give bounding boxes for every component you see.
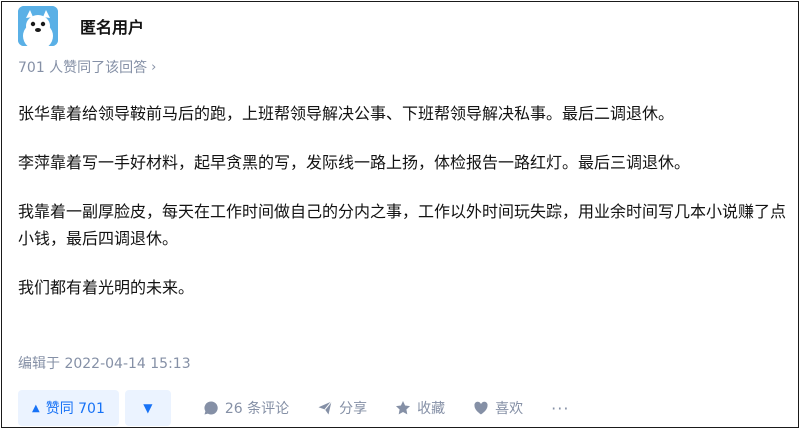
more-button[interactable]: ··· bbox=[551, 399, 569, 418]
chevron-right-icon: › bbox=[151, 59, 157, 75]
edited-timestamp[interactable]: 编辑于 2022-04-14 15:13 bbox=[18, 353, 191, 373]
likes-summary-text: 701 人赞同了该回答 bbox=[18, 60, 148, 76]
share-label: 分享 bbox=[339, 401, 368, 417]
answer-content: 张华靠着给领导鞍前马后的跑，上班帮领导解决公事、下班帮领导解决私事。最后二调退休… bbox=[18, 100, 788, 323]
answer-paragraph: 我们都有着光明的未来。 bbox=[18, 278, 195, 297]
share-button[interactable]: 分享 bbox=[317, 398, 367, 418]
answer-card: 匿名用户 701 人赞同了该回答 › 张华靠着给领导鞍前马后的跑，上班帮领导解决… bbox=[1, 1, 799, 428]
author-name[interactable]: 匿名用户 bbox=[80, 14, 144, 38]
upvote-icon: ▲ bbox=[32, 402, 40, 414]
upvote-button[interactable]: ▲ 赞同 701 bbox=[18, 390, 119, 426]
comment-button[interactable]: 26 条评论 bbox=[203, 398, 289, 418]
action-bar: ▲ 赞同 701 ▼ 26 条评论 分享 收藏 喜欢 ··· bbox=[18, 390, 569, 426]
comment-label: 26 条评论 bbox=[224, 401, 290, 417]
upvote-label: 赞同 701 bbox=[45, 401, 105, 417]
likes-summary-link[interactable]: 701 人赞同了该回答 › bbox=[18, 57, 156, 77]
favorite-button[interactable]: 收藏 bbox=[395, 398, 445, 418]
like-button[interactable]: 喜欢 bbox=[473, 398, 523, 418]
downvote-button[interactable]: ▼ bbox=[124, 390, 171, 426]
heart-icon bbox=[474, 401, 488, 415]
avatar[interactable] bbox=[18, 6, 58, 46]
answer-paragraph: 李萍靠着写一手好材料，起早贪黑的写，发际线一路上扬，体检报告一路红灯。最后三调退… bbox=[18, 153, 691, 172]
star-icon bbox=[396, 401, 411, 415]
like-label: 喜欢 bbox=[495, 401, 524, 417]
share-icon bbox=[318, 401, 333, 415]
answer-paragraph: 张华靠着给领导鞍前马后的跑，上班帮领导解决公事、下班帮领导解决私事。最后二调退休… bbox=[18, 104, 675, 123]
more-icon: ··· bbox=[551, 398, 570, 418]
downvote-icon: ▼ bbox=[143, 401, 153, 415]
favorite-label: 收藏 bbox=[417, 401, 446, 417]
comment-icon bbox=[204, 401, 218, 415]
answer-paragraph: 我靠着一副厚脸皮，每天在工作时间做自己的分内之事，工作以外时间玩失踪，用业余时间… bbox=[18, 202, 787, 248]
answer-header: 匿名用户 bbox=[18, 6, 144, 46]
anonymous-avatar-icon bbox=[18, 6, 58, 46]
